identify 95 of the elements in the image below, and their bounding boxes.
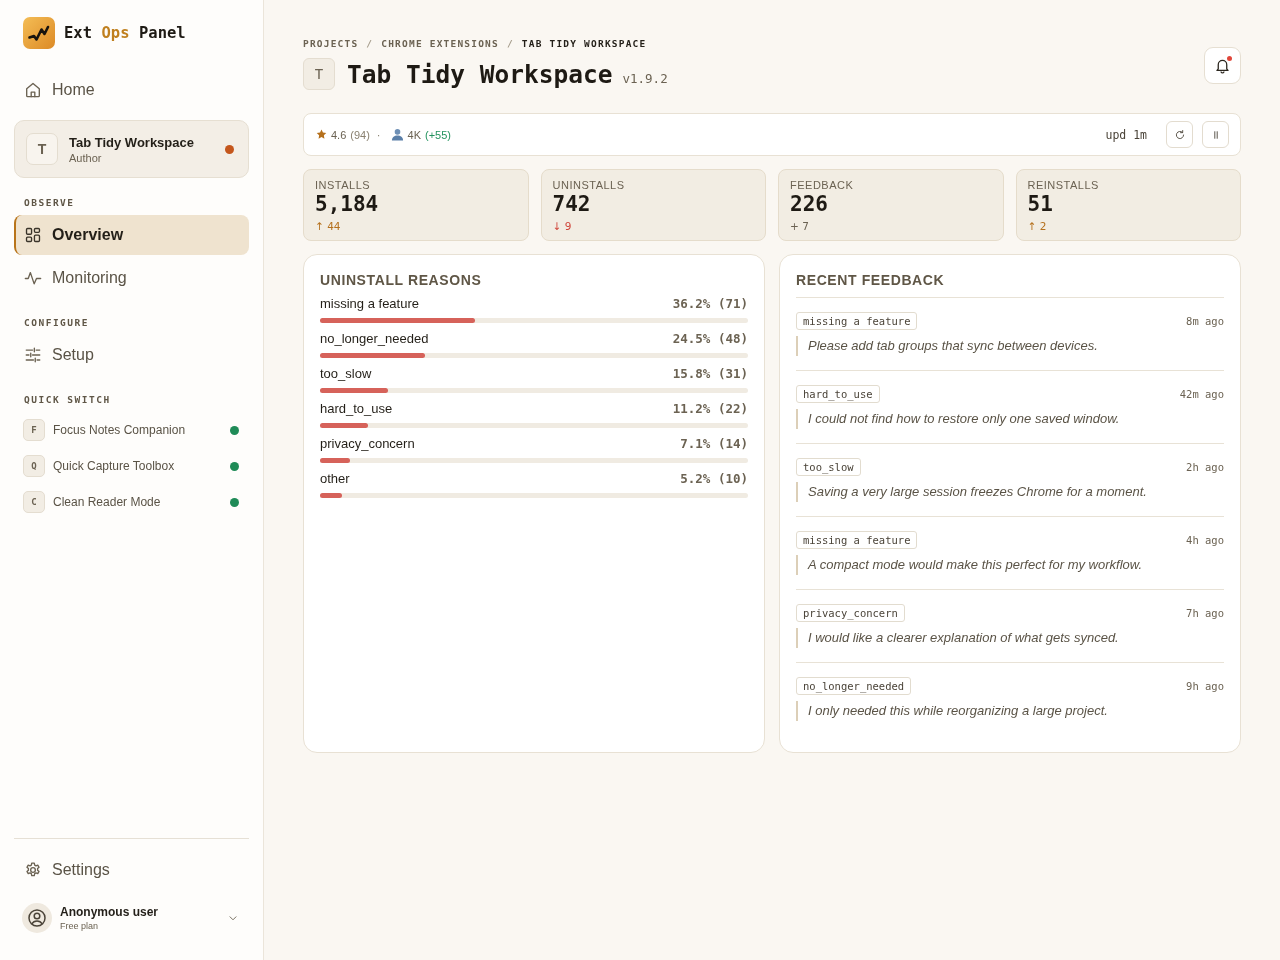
reason-label: too_slow [320,365,372,382]
feedback-quote: I could not find how to restore only one saved window. [796,409,1224,429]
feedback-quote: Please add tab groups that sync between devices. [796,336,1224,356]
breadcrumb-separator: / [506,38,514,50]
panel-title: UNINSTALL REASONS [320,271,483,289]
users-change: (+55) [425,128,451,141]
page-title: Tab Tidy Workspace [347,59,613,89]
stat-label: REINSTALLS [1027,179,1100,192]
user-plan: Free plan [60,921,100,931]
pulse-icon [24,269,42,287]
star-icon [316,129,327,140]
stat-value: 226 [790,192,829,216]
person-icon [390,128,404,141]
time-ago: 9h ago [1186,680,1224,692]
section-label: OBSERVE [24,197,76,209]
reason-label: other [320,470,350,487]
initial-tile: F [23,419,45,441]
bell-icon [1214,57,1231,74]
stat-label: FEEDBACK [790,179,855,192]
users-count: 4K [407,128,421,141]
reason-tag: too_slow [796,458,861,476]
time-ago: 42m ago [1179,388,1224,400]
time-ago: 4h ago [1186,534,1224,546]
sidebar-nav-item[interactable]: Monitoring [14,258,249,298]
sidebar-nav-item[interactable]: Setup [14,335,249,375]
project-name: Tab Tidy Workspace [69,134,195,150]
quick-switch-item[interactable]: C Clean Reader Mode [14,484,249,520]
reason-tag: privacy_concern [796,604,905,622]
section-label: QUICK SWITCH [24,394,112,406]
brand-word: Ops [101,24,130,42]
stat-change: ↑ 2 [1027,219,1048,234]
reason-label: no_longer_needed [320,330,429,347]
reason-percentage: 24.5% (48) [672,330,748,347]
time-ago: 8m ago [1186,315,1224,327]
rating-value: 4.6 [331,128,347,141]
logo-icon [23,17,55,49]
stat-label: INSTALLS [315,179,372,192]
house-icon [24,81,42,99]
reason-tag: missing a feature [796,531,918,549]
reason-label: missing a feature [320,295,419,312]
breadcrumb-link[interactable]: CHROME EXTENSIONS [381,38,499,50]
sliders-icon [24,346,42,364]
reason-percentage: 7.1% (14) [680,435,748,452]
pause-button[interactable] [1202,121,1229,148]
initial-tile: C [23,491,45,513]
initial-tile: Q [23,455,45,477]
brand-word: Ext [64,24,92,42]
user-name: Anonymous user [60,905,159,919]
stat-value: 742 [552,192,592,216]
stat-label: UNINSTALLS [552,179,626,192]
project-card[interactable]: T Tab Tidy Workspace Author [14,120,249,178]
stat-change: ↓ 9 [552,219,573,234]
breadcrumb-separator: / [366,38,374,50]
reason-tag: hard_to_use [796,385,880,403]
notifications-button[interactable] [1204,47,1241,84]
refresh-icon [1173,128,1186,141]
feedback-quote: Saving a very large session freezes Chrome for a moment. [796,482,1224,502]
project-role: Author [69,151,103,164]
reason-percentage: 36.2% (71) [672,295,748,312]
reason-label: hard_to_use [320,400,393,417]
user-avatar-icon [22,903,52,933]
refresh-button[interactable] [1166,121,1193,148]
reason-label: privacy_concern [320,435,415,452]
quick-switch-item[interactable]: Q Quick Capture Toolbox [14,448,249,484]
reason-percentage: 5.2% (10) [680,470,748,487]
reason-tag: no_longer_needed [796,677,912,695]
rating-count: (94) [350,128,370,141]
sidebar-nav-item[interactable]: Settings [14,850,249,890]
update-status: upd 1m [1105,127,1147,142]
breadcrumb-link[interactable]: TAB TIDY WORKSPACE [521,38,647,50]
reason-percentage: 11.2% (22) [672,400,748,417]
feedback-quote: I would like a clearer explanation of what gets synced. [796,628,1224,648]
grid-icon [24,226,42,244]
sidebar-nav-item[interactable]: Overview [14,215,249,255]
project-initial: T [26,133,58,165]
reason-percentage: 15.8% (31) [672,365,748,382]
project-initial: T [303,58,335,90]
breadcrumb-link[interactable]: PROJECTS [303,38,359,50]
section-label: CONFIGURE [24,317,90,329]
reason-tag: missing a feature [796,312,918,330]
stat-change: + 7 [790,219,810,234]
settings-icon [24,861,42,879]
time-ago: 7h ago [1186,607,1224,619]
separator-dot: · [376,128,381,141]
time-ago: 2h ago [1186,461,1224,473]
panel-title: RECENT FEEDBACK [796,271,946,289]
quick-switch-item[interactable]: F Focus Notes Companion [14,412,249,448]
stat-change: ↑ 44 [315,219,342,234]
sidebar-nav-item[interactable]: Home [14,70,249,110]
stat-value: 5,184 [315,192,380,216]
feedback-quote: A compact mode would make this perfect for my workflow. [796,555,1224,575]
feedback-quote: I only needed this while reorganizing a large project. [796,701,1224,721]
brand-word: Panel [139,24,186,42]
stat-value: 51 [1027,192,1054,216]
version-label: v1.9.2 [622,70,668,86]
